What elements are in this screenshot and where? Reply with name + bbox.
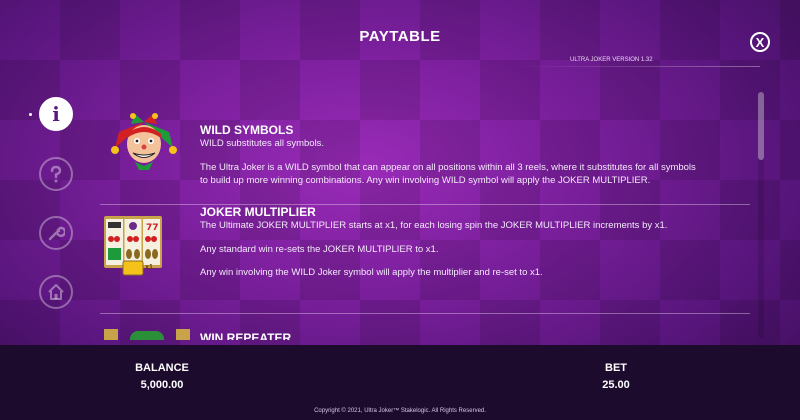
section-text-line: Any standard win re-sets the JOKER MULTI… <box>200 243 439 255</box>
section-text-line <box>200 256 755 266</box>
section-text-line: The Ultimate JOKER MULTIPLIER starts at … <box>200 220 668 231</box>
wrench-icon <box>48 226 65 241</box>
help-icon <box>50 165 62 183</box>
section-title: WILD SYMBOLS <box>200 123 294 137</box>
copyright-text: Copyright © 2021, Ultra Joker™ Stakelogi… <box>314 408 486 414</box>
help-tab-button[interactable]: ? <box>39 157 73 191</box>
section-divider <box>100 313 750 314</box>
close-icon: X <box>755 34 765 50</box>
active-indicator <box>29 113 32 116</box>
settings-tab-button[interactable] <box>39 216 73 250</box>
bet-value: 25.00 <box>602 379 630 391</box>
home-tab-button[interactable] <box>39 275 73 309</box>
section-text-line: The Ultra Joker is a WILD symbol that ca… <box>200 161 696 173</box>
version-label: ULTRA JOKER VERSION 1.32 <box>570 57 653 63</box>
bet-label: BET <box>605 362 627 374</box>
page-title: PAYTABLE <box>359 28 441 45</box>
multiplier-badge: x1 <box>145 264 153 271</box>
scrollbar-thumb[interactable] <box>758 92 764 160</box>
section-title: JOKER MULTIPLIER <box>200 205 316 219</box>
joker-wild-icon <box>111 113 177 170</box>
section-text-line: to build up more winning combinations. A… <box>200 175 651 186</box>
balance-label: BALANCE <box>135 362 189 374</box>
section-text-line: WILD substitutes all symbols. <box>200 138 325 149</box>
paytable-content[interactable]: WILD SYMBOLS WILD substitutes all symbol… <box>100 85 755 340</box>
balance-value: 5,000.00 <box>140 379 184 391</box>
section-text-line: Any win involving the WILD Joker symbol … <box>200 267 543 278</box>
scrollbar[interactable] <box>758 92 764 338</box>
section-text-line <box>200 151 755 161</box>
close-button[interactable]: X <box>750 32 770 52</box>
info-icon: i <box>52 102 60 126</box>
section-text-line <box>200 233 755 243</box>
version-divider <box>515 66 760 67</box>
info-tab-button[interactable]: i <box>39 97 73 131</box>
section-title: WIN REPEATER <box>200 331 292 340</box>
svg-text:77: 77 <box>146 223 159 233</box>
home-icon <box>48 284 64 300</box>
win-repeater-icon <box>104 329 190 340</box>
